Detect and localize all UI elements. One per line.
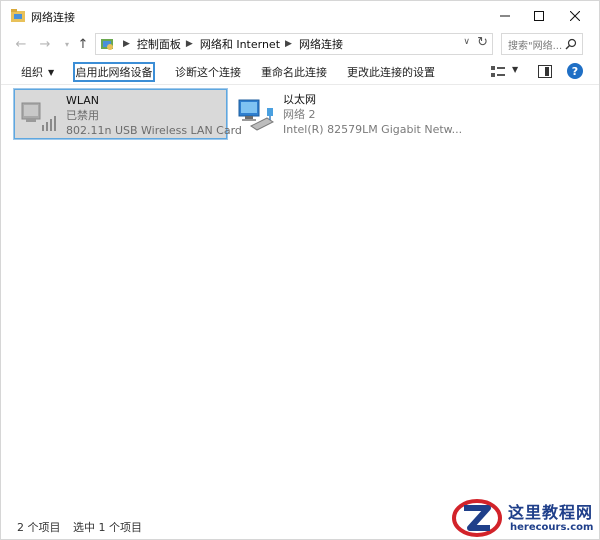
connection-device: 802.11n USB Wireless LAN Card [66, 124, 242, 137]
up-button[interactable]: ↑ [75, 35, 91, 53]
recent-locations-button[interactable]: ▾ [59, 35, 75, 53]
command-bar: 组织 ▼ 启用此网络设备 诊断这个连接 重命名此连接 更改此连接的设置 ▼ ? [1, 59, 599, 85]
ethernet-adapter-icon [238, 99, 274, 131]
breadcrumb-control-panel[interactable]: 控制面板 [137, 36, 181, 52]
connection-name: WLAN [66, 94, 100, 107]
selected-count: 选中 1 个项目 [73, 521, 142, 534]
connection-details: 以太网 网络 2 Intel(R) 82579LM Gigabit Netw..… [283, 92, 462, 137]
organize-button[interactable]: 组织 ▼ [21, 62, 54, 82]
watermark-logo-icon [452, 499, 502, 537]
address-dropdown-button[interactable]: ∨ [463, 37, 470, 47]
connections-list: WLAN 已禁用 802.11n USB Wireless LAN Card 以… [1, 86, 599, 511]
navigation-bar: ← → ▾ ↑ ▶ 控制面板 ▶ 网络和 Internet ▶ 网络连接 ∨ ↻… [1, 31, 599, 57]
connection-status: 网络 2 [283, 108, 316, 121]
forward-button[interactable]: → [37, 35, 53, 53]
breadcrumb-separator[interactable]: ▶ [186, 39, 193, 49]
help-button[interactable]: ? [567, 63, 583, 79]
connection-device: Intel(R) 82579LM Gigabit Netw... [283, 123, 463, 136]
diagnose-connection-button[interactable]: 诊断这个连接 [175, 62, 241, 82]
network-folder-icon [11, 9, 25, 22]
watermark-name: 这里教程网 [508, 503, 594, 522]
enable-device-button[interactable]: 启用此网络设备 [73, 62, 155, 82]
search-input[interactable]: 搜索"网络... [508, 37, 562, 52]
connection-status: 已禁用 [66, 109, 99, 122]
refresh-button[interactable]: ↻ [477, 35, 488, 50]
breadcrumb-network-connections[interactable]: 网络连接 [299, 36, 343, 52]
breadcrumb-network-internet[interactable]: 网络和 Internet [200, 36, 280, 52]
minimize-button[interactable] [487, 1, 523, 31]
search-box[interactable]: 搜索"网络... [501, 33, 583, 55]
watermark: 这里教程网 herecours.com [452, 496, 600, 540]
breadcrumb-separator: ▶ [123, 39, 130, 49]
wireless-adapter-disabled-icon [21, 102, 56, 131]
minimize-icon [500, 15, 510, 17]
view-options-dropdown[interactable]: ▼ [512, 65, 518, 74]
window-title: 网络连接 [31, 11, 75, 24]
chevron-down-icon: ▼ [48, 67, 55, 77]
item-count: 2 个项目 [17, 521, 61, 534]
breadcrumb-separator[interactable]: ▶ [285, 39, 292, 49]
connection-item-ethernet[interactable]: 以太网 网络 2 Intel(R) 82579LM Gigabit Netw..… [231, 88, 462, 140]
preview-pane-button[interactable] [538, 65, 552, 78]
maximize-icon [534, 11, 544, 21]
title-bar[interactable]: 网络连接 [1, 1, 599, 31]
change-settings-button[interactable]: 更改此连接的设置 [347, 62, 435, 82]
close-button[interactable] [557, 1, 593, 31]
connection-name: 以太网 [283, 93, 316, 106]
rename-connection-button[interactable]: 重命名此连接 [261, 62, 327, 82]
address-bar[interactable]: ▶ 控制面板 ▶ 网络和 Internet ▶ 网络连接 ∨ ↻ [95, 33, 493, 55]
organize-label: 组织 [21, 66, 43, 79]
back-button[interactable]: ← [13, 35, 29, 53]
view-options-icon[interactable] [491, 65, 505, 79]
close-icon [570, 11, 580, 21]
control-panel-icon [101, 39, 113, 50]
network-connections-window: 网络连接 ← → ▾ ↑ ▶ 控制面板 ▶ 网络和 Internet ▶ 网络连 [0, 0, 600, 540]
watermark-url: herecours.com [510, 522, 594, 533]
search-icon[interactable] [565, 38, 577, 50]
connection-details: WLAN 已禁用 802.11n USB Wireless LAN Card [66, 93, 242, 138]
connection-item-wlan[interactable]: WLAN 已禁用 802.11n USB Wireless LAN Card [13, 88, 242, 140]
maximize-button[interactable] [521, 1, 557, 31]
